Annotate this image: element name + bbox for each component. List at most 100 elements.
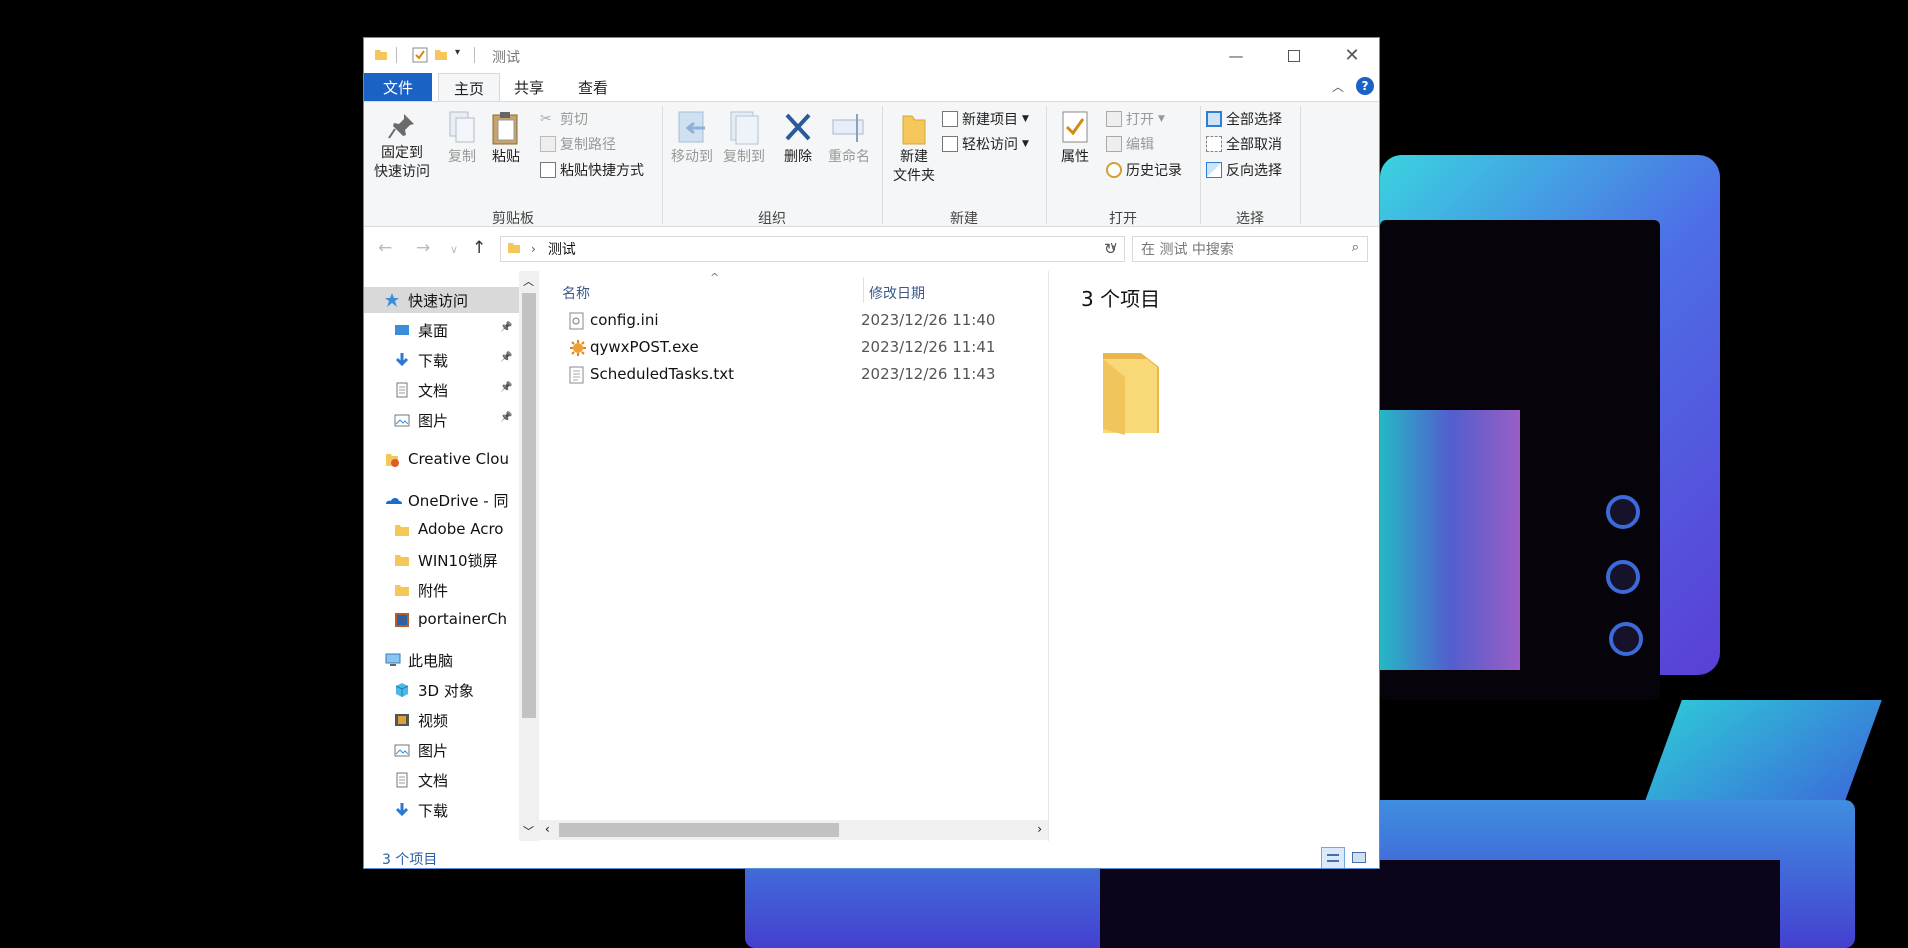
select-all-button[interactable]: 全部选择 <box>1206 108 1282 130</box>
large-folder-icon <box>1103 353 1159 435</box>
move-to-button[interactable]: 移动到 <box>668 110 716 167</box>
sidebar-item-label: 图片 <box>418 742 449 760</box>
pin-icon <box>388 114 414 139</box>
select-none-button[interactable]: 全部取消 <box>1206 133 1282 155</box>
edit-button[interactable]: 编辑 <box>1106 133 1154 155</box>
sidebar-item[interactable]: 图片 📌 <box>364 407 519 433</box>
search-placeholder: 在 测试 中搜索 <box>1141 242 1234 258</box>
sidebar-item-label: 文档 <box>418 382 449 400</box>
pin-icon[interactable]: 📌 <box>500 322 512 333</box>
help-icon[interactable]: ? <box>1356 77 1374 95</box>
cut-button[interactable]: ✂ 剪切 <box>540 108 588 130</box>
maximize-button[interactable] <box>1265 38 1323 73</box>
scroll-down-icon[interactable]: ﹀ <box>523 823 534 839</box>
copy-path-button[interactable]: 复制路径 <box>540 133 616 155</box>
sidebar-item[interactable]: 此电脑 <box>364 647 519 673</box>
tab-view[interactable]: 查看 <box>568 73 618 102</box>
address-input[interactable]: › 测试 ∨ <box>500 236 1125 262</box>
tab-file[interactable]: 文件 <box>364 73 432 101</box>
column-header-name[interactable]: 名称 <box>562 283 590 303</box>
image-file-icon <box>394 612 410 628</box>
breadcrumb[interactable]: 测试 <box>548 239 576 259</box>
paste-shortcut-button[interactable]: 粘贴快捷方式 <box>540 159 644 181</box>
pin-icon[interactable]: 📌 <box>500 382 512 393</box>
invert-selection-button[interactable]: 反向选择 <box>1206 159 1282 181</box>
file-list-hscrollbar[interactable]: ‹ › <box>539 820 1048 840</box>
scroll-up-icon[interactable]: ︿ <box>523 273 534 289</box>
table-row[interactable]: ScheduledTasks.txt 2023/12/26 11:43 <box>539 361 1039 388</box>
sidebar-item[interactable]: 快速访问 <box>364 287 519 313</box>
pin-label-1: 固定到 <box>381 145 423 161</box>
table-row[interactable]: qywxPOST.exe 2023/12/26 11:41 <box>539 334 1039 361</box>
recent-locations-button[interactable]: ∨ <box>450 243 458 256</box>
new-folder-label-2: 文件夹 <box>893 168 935 184</box>
paste-label: 粘贴 <box>492 149 520 165</box>
sidebar-item[interactable]: portainerCh <box>364 607 519 633</box>
paste-button[interactable]: 粘贴 <box>486 110 526 167</box>
refresh-icon[interactable]: ↻ <box>1104 240 1117 258</box>
properties-quick-icon[interactable] <box>412 47 428 67</box>
scissors-icon: ✂ <box>540 111 552 127</box>
open-button[interactable]: 打开 ▼ <box>1106 108 1165 130</box>
tab-home[interactable]: 主页 <box>438 73 500 102</box>
new-folder-button[interactable]: 新建 文件夹 <box>888 110 940 186</box>
column-header-date[interactable]: 修改日期 <box>869 283 925 303</box>
sidebar-item[interactable]: 下载 <box>364 797 519 823</box>
sidebar-item[interactable]: 下载 📌 <box>364 347 519 373</box>
details-view-button[interactable] <box>1321 847 1345 868</box>
copy-button[interactable]: 复制 <box>442 110 482 167</box>
onedrive-icon <box>384 492 402 508</box>
collapse-ribbon-icon[interactable]: ︿ <box>1332 78 1344 95</box>
new-folder-label-1: 新建 <box>900 149 928 165</box>
sidebar-item[interactable]: 视频 <box>364 707 519 733</box>
back-button[interactable]: ← <box>378 238 392 258</box>
exe-file-icon <box>569 339 586 357</box>
copy-path-icon <box>540 136 556 152</box>
hscroll-thumb[interactable] <box>559 823 839 837</box>
properties-button[interactable]: 属性 <box>1052 110 1098 167</box>
pin-icon[interactable]: 📌 <box>500 352 512 363</box>
easy-access-button[interactable]: 轻松访问 ▼ <box>942 133 1029 155</box>
large-icons-view-button[interactable] <box>1349 849 1369 867</box>
scroll-right-icon[interactable]: › <box>1037 822 1042 836</box>
sidebar-item[interactable]: Creative Clou <box>364 447 519 473</box>
nav-scroll-thumb[interactable] <box>522 293 536 718</box>
sidebar-item[interactable]: 文档 <box>364 767 519 793</box>
sidebar-item[interactable]: 桌面 📌 <box>364 317 519 343</box>
forward-button[interactable]: → <box>416 238 430 258</box>
tab-share[interactable]: 共享 <box>504 73 554 102</box>
delete-button[interactable]: 删除 <box>778 110 818 167</box>
scroll-left-icon[interactable]: ‹ <box>545 822 550 836</box>
rename-icon <box>832 114 864 142</box>
sidebar-item-label: 图片 <box>418 412 449 430</box>
select-none-icon <box>1206 136 1222 152</box>
close-button[interactable]: ✕ <box>1323 38 1379 73</box>
download-icon <box>394 802 410 818</box>
sidebar-item[interactable]: WIN10锁屏 <box>364 547 519 573</box>
sidebar-item-label: 3D 对象 <box>418 682 474 700</box>
sidebar-item[interactable]: 文档 📌 <box>364 377 519 403</box>
table-row[interactable]: config.ini 2023/12/26 11:40 <box>539 307 1039 334</box>
sidebar-item[interactable]: 图片 <box>364 737 519 763</box>
copy-to-button[interactable]: 复制到 <box>720 110 768 167</box>
sidebar-item[interactable]: 3D 对象 <box>364 677 519 703</box>
history-button[interactable]: 历史记录 <box>1106 159 1182 181</box>
sidebar-item[interactable]: OneDrive - 同 <box>364 487 519 513</box>
ini-file-icon <box>569 312 585 330</box>
new-folder-quick-icon[interactable] <box>434 47 448 65</box>
minimize-button[interactable]: — <box>1207 38 1265 73</box>
sidebar-item[interactable]: Adobe Acro <box>364 517 519 543</box>
pin-quick-access-button[interactable]: 固定到 快速访问 <box>370 110 434 182</box>
search-input[interactable]: 在 测试 中搜索 ⌕ <box>1132 236 1368 262</box>
properties-label: 属性 <box>1061 149 1089 165</box>
up-button[interactable]: ↑ <box>472 238 486 258</box>
sidebar-item-label: 桌面 <box>418 322 449 340</box>
sidebar-item[interactable]: 附件 <box>364 577 519 603</box>
rename-button[interactable]: 重命名 <box>824 110 874 167</box>
pin-icon[interactable]: 📌 <box>500 412 512 423</box>
nav-scrollbar[interactable]: ︿ ﹀ <box>519 271 539 841</box>
invert-selection-label: 反向选择 <box>1226 163 1282 179</box>
new-item-button[interactable]: 新建项目 ▼ <box>942 108 1029 130</box>
group-label-clipboard: 剪贴板 <box>492 211 534 227</box>
customize-toolbar-icon[interactable]: ▾ <box>455 47 460 58</box>
